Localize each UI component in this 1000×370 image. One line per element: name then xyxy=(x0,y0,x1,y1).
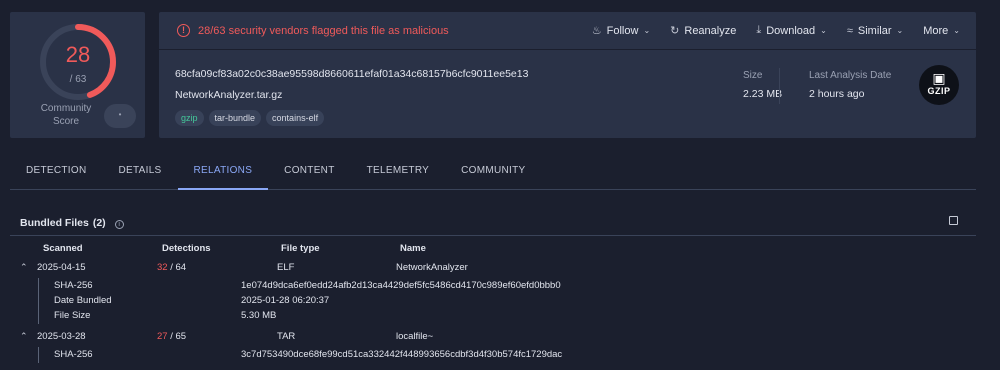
info-icon[interactable]: i xyxy=(114,220,124,229)
section-count: (2) xyxy=(92,217,106,229)
row-filetype: ELF xyxy=(277,262,295,273)
col-header-detections[interactable]: Detections xyxy=(162,243,211,254)
last-analysis-value: 2 hours ago xyxy=(809,88,865,100)
meta-divider xyxy=(779,68,780,104)
detail-tree-line xyxy=(38,347,39,363)
bundled-files-header: Bundled Files (2) i xyxy=(10,208,976,236)
bell-icon: ♨ xyxy=(591,25,602,37)
more-button[interactable]: More ⌄ xyxy=(923,24,960,37)
download-label: Download xyxy=(766,24,816,37)
file-name: NetworkAnalyzer.tar.gz xyxy=(175,89,283,101)
tab-relations[interactable]: RELATIONS xyxy=(177,152,269,190)
file-type-logo-text: GZIP xyxy=(927,86,951,96)
col-header-name[interactable]: Name xyxy=(400,243,426,254)
chevron-down-icon: ⌄ xyxy=(896,26,904,35)
chevron-up-icon[interactable]: ⌃ xyxy=(20,262,28,273)
similar-label: Similar xyxy=(857,24,892,37)
malicious-alert: ! 28/63 security vendors flagged this fi… xyxy=(177,24,449,37)
detail-key: File Size xyxy=(54,310,91,321)
detail-value: 2025-01-28 06:20:37 xyxy=(241,295,330,306)
chevron-down-icon: ⌄ xyxy=(953,26,960,35)
file-info-card: ! 28/63 security vendors flagged this fi… xyxy=(159,12,976,138)
size-label: Size xyxy=(743,70,763,81)
detail-value[interactable]: 3c7d753490dce68fe99cd51ca332442f44899365… xyxy=(241,349,562,360)
similar-button[interactable]: ≈ Similar ⌄ xyxy=(847,24,903,37)
more-label: More xyxy=(923,24,949,37)
row-detections: 32 / 64 xyxy=(157,262,186,273)
section-title: Bundled Files (2) i xyxy=(20,217,124,229)
chevron-down-icon: ⌄ xyxy=(820,26,827,35)
size-value: 2.23 MB xyxy=(743,88,783,100)
file-hash[interactable]: 68cfa09cf83a02c0c38ae95598d8660611efaf01… xyxy=(175,68,528,80)
tag-contains-elf[interactable]: contains-elf xyxy=(266,110,325,126)
file-tags: gzip tar-bundle contains-elf xyxy=(175,110,325,126)
follow-label: Follow xyxy=(606,24,639,37)
last-analysis-block: Last Analysis Date 2 hours ago xyxy=(809,70,891,100)
report-tabs: DETECTION DETAILS RELATIONS CONTENT TELE… xyxy=(10,152,976,190)
row-detections-positive: 27 xyxy=(157,331,168,342)
community-label-line1: Community xyxy=(40,103,92,114)
row-scanned: 2025-03-28 xyxy=(37,331,86,342)
tab-telemetry[interactable]: TELEMETRY xyxy=(351,152,446,190)
row-name[interactable]: NetworkAnalyzer xyxy=(396,262,468,273)
tab-details[interactable]: DETAILS xyxy=(102,152,177,190)
row-filetype: TAR xyxy=(277,331,296,342)
section-title-text: Bundled Files xyxy=(20,217,89,229)
detail-value[interactable]: 1e074d9dca6ef0edd24afb2d13ca4429def5fc54… xyxy=(241,280,561,291)
detection-total: / 63 xyxy=(69,74,87,85)
community-vote-toggle[interactable]: • xyxy=(104,104,136,128)
file-size-block: Size 2.23 MB xyxy=(743,70,782,100)
tab-detection[interactable]: DETECTION xyxy=(10,152,102,190)
row-detections: 27 / 65 xyxy=(157,331,186,342)
reanalyze-label: Reanalyze xyxy=(684,24,737,37)
row-detections-positive: 32 xyxy=(157,262,168,273)
warning-icon: ! xyxy=(177,24,190,37)
community-score-label: Community Score xyxy=(36,102,96,128)
detail-key: SHA-256 xyxy=(54,280,93,291)
chevron-up-icon[interactable]: ⌃ xyxy=(20,331,28,342)
package-icon: ▣ xyxy=(932,70,946,86)
follow-button[interactable]: ♨ Follow ⌄ xyxy=(591,24,651,38)
last-analysis-label: Last Analysis Date xyxy=(809,70,892,81)
download-button[interactable]: ⤓ Download ⌄ xyxy=(756,24,827,37)
copy-icon[interactable] xyxy=(949,216,958,225)
detection-count: 28 xyxy=(65,42,91,67)
file-type-logo: ▣ GZIP xyxy=(919,65,959,105)
detection-gauge: 28 / 63 xyxy=(38,22,118,102)
row-scanned: 2025-04-15 xyxy=(37,262,86,273)
tag-gzip[interactable]: gzip xyxy=(175,110,204,126)
alert-text: 28/63 security vendors flagged this file… xyxy=(198,24,449,37)
detail-key: SHA-256 xyxy=(54,349,93,360)
vote-dot-icon: • xyxy=(118,110,122,119)
tab-community[interactable]: COMMUNITY xyxy=(445,152,541,190)
tag-tar-bundle[interactable]: tar-bundle xyxy=(208,110,262,126)
alert-bar: ! 28/63 security vendors flagged this fi… xyxy=(159,12,976,50)
detection-score-card: 28 / 63 Community Score • xyxy=(10,12,145,138)
detail-value: 5.30 MB xyxy=(241,310,277,321)
detail-tree-line xyxy=(38,278,39,324)
refresh-icon: ↻ xyxy=(670,25,680,37)
col-header-scanned[interactable]: Scanned xyxy=(43,243,83,254)
reanalyze-button[interactable]: ↻ Reanalyze xyxy=(670,24,737,38)
chevron-down-icon: ⌄ xyxy=(643,26,651,35)
detail-key: Date Bundled xyxy=(54,295,112,306)
tab-content[interactable]: CONTENT xyxy=(268,152,350,190)
col-header-filetype[interactable]: File type xyxy=(281,243,320,254)
action-toolbar: ♨ Follow ⌄ ↻ Reanalyze ⤓ Download ⌄ ≈ Si… xyxy=(592,24,960,37)
row-detections-total: / 64 xyxy=(170,262,187,273)
row-detections-total: / 65 xyxy=(170,331,187,342)
download-icon: ⤓ xyxy=(756,24,762,36)
similar-icon: ≈ xyxy=(846,24,853,37)
row-name[interactable]: localfile~ xyxy=(396,331,433,342)
community-label-line2: Score xyxy=(52,116,80,127)
